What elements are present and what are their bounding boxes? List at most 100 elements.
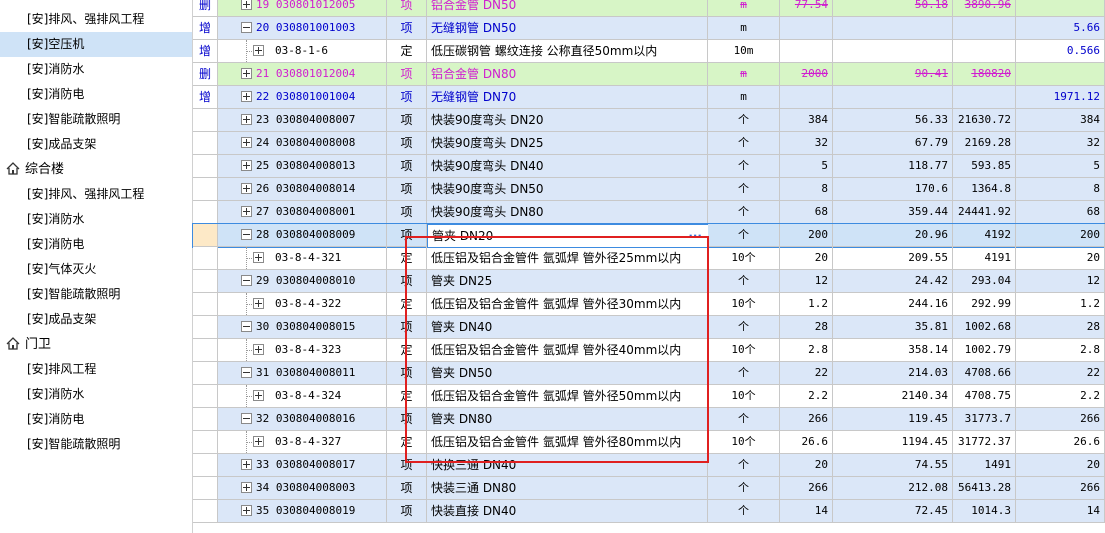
unit-price-cell[interactable] <box>833 40 953 63</box>
tree-item[interactable]: [安]智能疏散照明 <box>0 282 192 307</box>
adjusted-quantity-cell[interactable]: 266 <box>1016 408 1105 431</box>
expand-toggle-icon[interactable] <box>241 459 252 470</box>
tree-item[interactable]: [安]排风工程 <box>0 357 192 382</box>
expand-toggle-icon[interactable] <box>241 505 252 516</box>
name-cell[interactable]: 铝合金管 DN80 <box>427 63 708 86</box>
quantity-cell[interactable]: 32 <box>780 132 833 155</box>
quantity-cell[interactable]: 2.2 <box>780 385 833 408</box>
category-cell[interactable]: 项 <box>387 132 427 155</box>
unit-cell[interactable]: 个 <box>708 132 780 155</box>
category-cell[interactable]: 定 <box>387 247 427 270</box>
total-cell[interactable]: 180820 <box>953 63 1016 86</box>
item-row[interactable]: 30 030804008015 项 管夹 DN40 个 28 35.81 1002.68 28 <box>193 316 1105 339</box>
unit-price-cell[interactable]: 24.42 <box>833 270 953 293</box>
name-cell[interactable]: 快装90度弯头 DN20 <box>427 109 708 132</box>
expand-toggle-icon[interactable] <box>241 183 252 194</box>
unit-cell[interactable]: 个 <box>708 224 780 247</box>
adjusted-quantity-cell[interactable]: 384 <box>1016 109 1105 132</box>
category-cell[interactable]: 项 <box>387 17 427 40</box>
adjusted-quantity-cell[interactable]: 1971.12 <box>1016 86 1105 109</box>
unit-cell[interactable]: 个 <box>708 178 780 201</box>
item-row[interactable]: 23 030804008007 项 快装90度弯头 DN20 个 384 56.33 216… <box>193 109 1105 132</box>
quantity-cell[interactable]: 20 <box>780 247 833 270</box>
unit-price-cell[interactable]: 56.33 <box>833 109 953 132</box>
name-cell[interactable]: 管夹 DN25 <box>427 270 708 293</box>
unit-cell[interactable]: 个 <box>708 454 780 477</box>
unit-price-cell[interactable]: 119.45 <box>833 408 953 431</box>
name-cell[interactable]: 快装三通 DN80 <box>427 477 708 500</box>
adjusted-quantity-cell[interactable]: 22 <box>1016 362 1105 385</box>
unit-cell[interactable]: 个 <box>708 316 780 339</box>
total-cell[interactable]: 4708.75 <box>953 385 1016 408</box>
code-cell[interactable]: 21 030801012004 <box>218 63 387 86</box>
name-cell[interactable]: 管夹 DN50 <box>427 362 708 385</box>
quantity-cell[interactable]: 14 <box>780 500 833 523</box>
expand-toggle-icon[interactable] <box>241 137 252 148</box>
total-cell[interactable]: 31773.7 <box>953 408 1016 431</box>
name-cell[interactable]: 低压碳钢管 螺纹连接 公称直径50mm以内 <box>427 40 708 63</box>
total-cell[interactable]: 3890.96 <box>953 0 1016 17</box>
total-cell[interactable]: 1364.8 <box>953 178 1016 201</box>
code-cell[interactable]: 22 030801001004 <box>218 86 387 109</box>
tree-item[interactable]: [安]空压机 <box>0 32 192 57</box>
total-cell[interactable] <box>953 86 1016 109</box>
quantity-cell[interactable] <box>780 40 833 63</box>
quantity-cell[interactable]: 8 <box>780 178 833 201</box>
item-row[interactable]: 28 030804008009 项 管夹 DN20 ··· 个 200 20.96 4192 2… <box>192 223 1105 248</box>
more-options-button[interactable]: ··· <box>688 225 702 247</box>
expand-toggle-icon[interactable] <box>241 68 252 79</box>
unit-price-cell[interactable]: 2140.34 <box>833 385 953 408</box>
change-mark-cell[interactable] <box>193 477 218 500</box>
total-cell[interactable] <box>953 17 1016 40</box>
unit-cell[interactable]: 个 <box>708 362 780 385</box>
tree-group[interactable]: 综合楼 <box>0 157 192 182</box>
change-mark-cell[interactable] <box>193 224 218 247</box>
unit-cell[interactable]: 个 <box>708 270 780 293</box>
quantity-cell[interactable]: 266 <box>780 408 833 431</box>
code-cell[interactable]: 03-8-4-322 <box>218 293 387 316</box>
item-row[interactable]: 27 030804008001 项 快装90度弯头 DN80 个 68 359.44 244… <box>193 201 1105 224</box>
unit-cell[interactable]: 10个 <box>708 339 780 362</box>
quantity-cell[interactable]: 2000 <box>780 63 833 86</box>
adjusted-quantity-cell[interactable]: 26.6 <box>1016 431 1105 454</box>
change-mark-cell[interactable] <box>193 362 218 385</box>
unit-cell[interactable]: 个 <box>708 201 780 224</box>
code-cell[interactable]: 26 030804008014 <box>218 178 387 201</box>
code-cell[interactable]: 29 030804008010 <box>218 270 387 293</box>
quantity-cell[interactable]: 5 <box>780 155 833 178</box>
quantity-cell[interactable]: 26.6 <box>780 431 833 454</box>
code-cell[interactable]: 03-8-4-321 <box>218 247 387 270</box>
name-cell[interactable]: 低压铝及铝合金管件 氩弧焊 管外径40mm以内 <box>427 339 708 362</box>
item-row[interactable]: 增 22 030801001004 项 无缝钢管 DN70 m 1971.12 <box>193 86 1105 109</box>
unit-price-cell[interactable]: 50.18 <box>833 0 953 17</box>
change-mark-cell[interactable] <box>193 109 218 132</box>
name-cell[interactable]: 低压铝及铝合金管件 氩弧焊 管外径50mm以内 <box>427 385 708 408</box>
adjusted-quantity-cell[interactable]: 14 <box>1016 500 1105 523</box>
quantity-cell[interactable] <box>780 86 833 109</box>
collapse-toggle-icon[interactable] <box>241 413 252 424</box>
change-mark-cell[interactable]: 增 <box>193 40 218 63</box>
quantity-cell[interactable]: 20 <box>780 454 833 477</box>
tree-group[interactable]: 门卫 <box>0 332 192 357</box>
name-cell[interactable]: 快装90度弯头 DN40 <box>427 155 708 178</box>
item-row[interactable]: 35 030804008019 项 快装直接 DN40 个 14 72.45 1014.3 1… <box>193 500 1105 523</box>
category-cell[interactable]: 定 <box>387 431 427 454</box>
change-mark-cell[interactable] <box>193 339 218 362</box>
change-mark-cell[interactable]: 删 <box>193 0 218 17</box>
category-cell[interactable]: 项 <box>387 0 427 17</box>
total-cell[interactable]: 2169.28 <box>953 132 1016 155</box>
category-cell[interactable]: 定 <box>387 293 427 316</box>
adjusted-quantity-cell[interactable]: 8 <box>1016 178 1105 201</box>
category-cell[interactable]: 项 <box>387 500 427 523</box>
expand-toggle-icon[interactable] <box>241 160 252 171</box>
unit-cell[interactable]: m <box>708 86 780 109</box>
adjusted-quantity-cell[interactable]: 5.66 <box>1016 17 1105 40</box>
quota-row[interactable]: 03-8-4-327 定 低压铝及铝合金管件 氩弧焊 管外径80mm以内 10个 26.… <box>193 431 1105 454</box>
code-cell[interactable]: 28 030804008009 <box>218 224 387 247</box>
item-row[interactable]: 删 21 030801012004 项 铝合金管 DN80 m 2000 90.41 1808… <box>193 63 1105 86</box>
unit-price-cell[interactable]: 20.96 <box>833 224 953 247</box>
code-cell[interactable]: 31 030804008011 <box>218 362 387 385</box>
tree-item[interactable]: [安]消防电 <box>0 82 192 107</box>
quantity-cell[interactable]: 12 <box>780 270 833 293</box>
total-cell[interactable]: 24441.92 <box>953 201 1016 224</box>
